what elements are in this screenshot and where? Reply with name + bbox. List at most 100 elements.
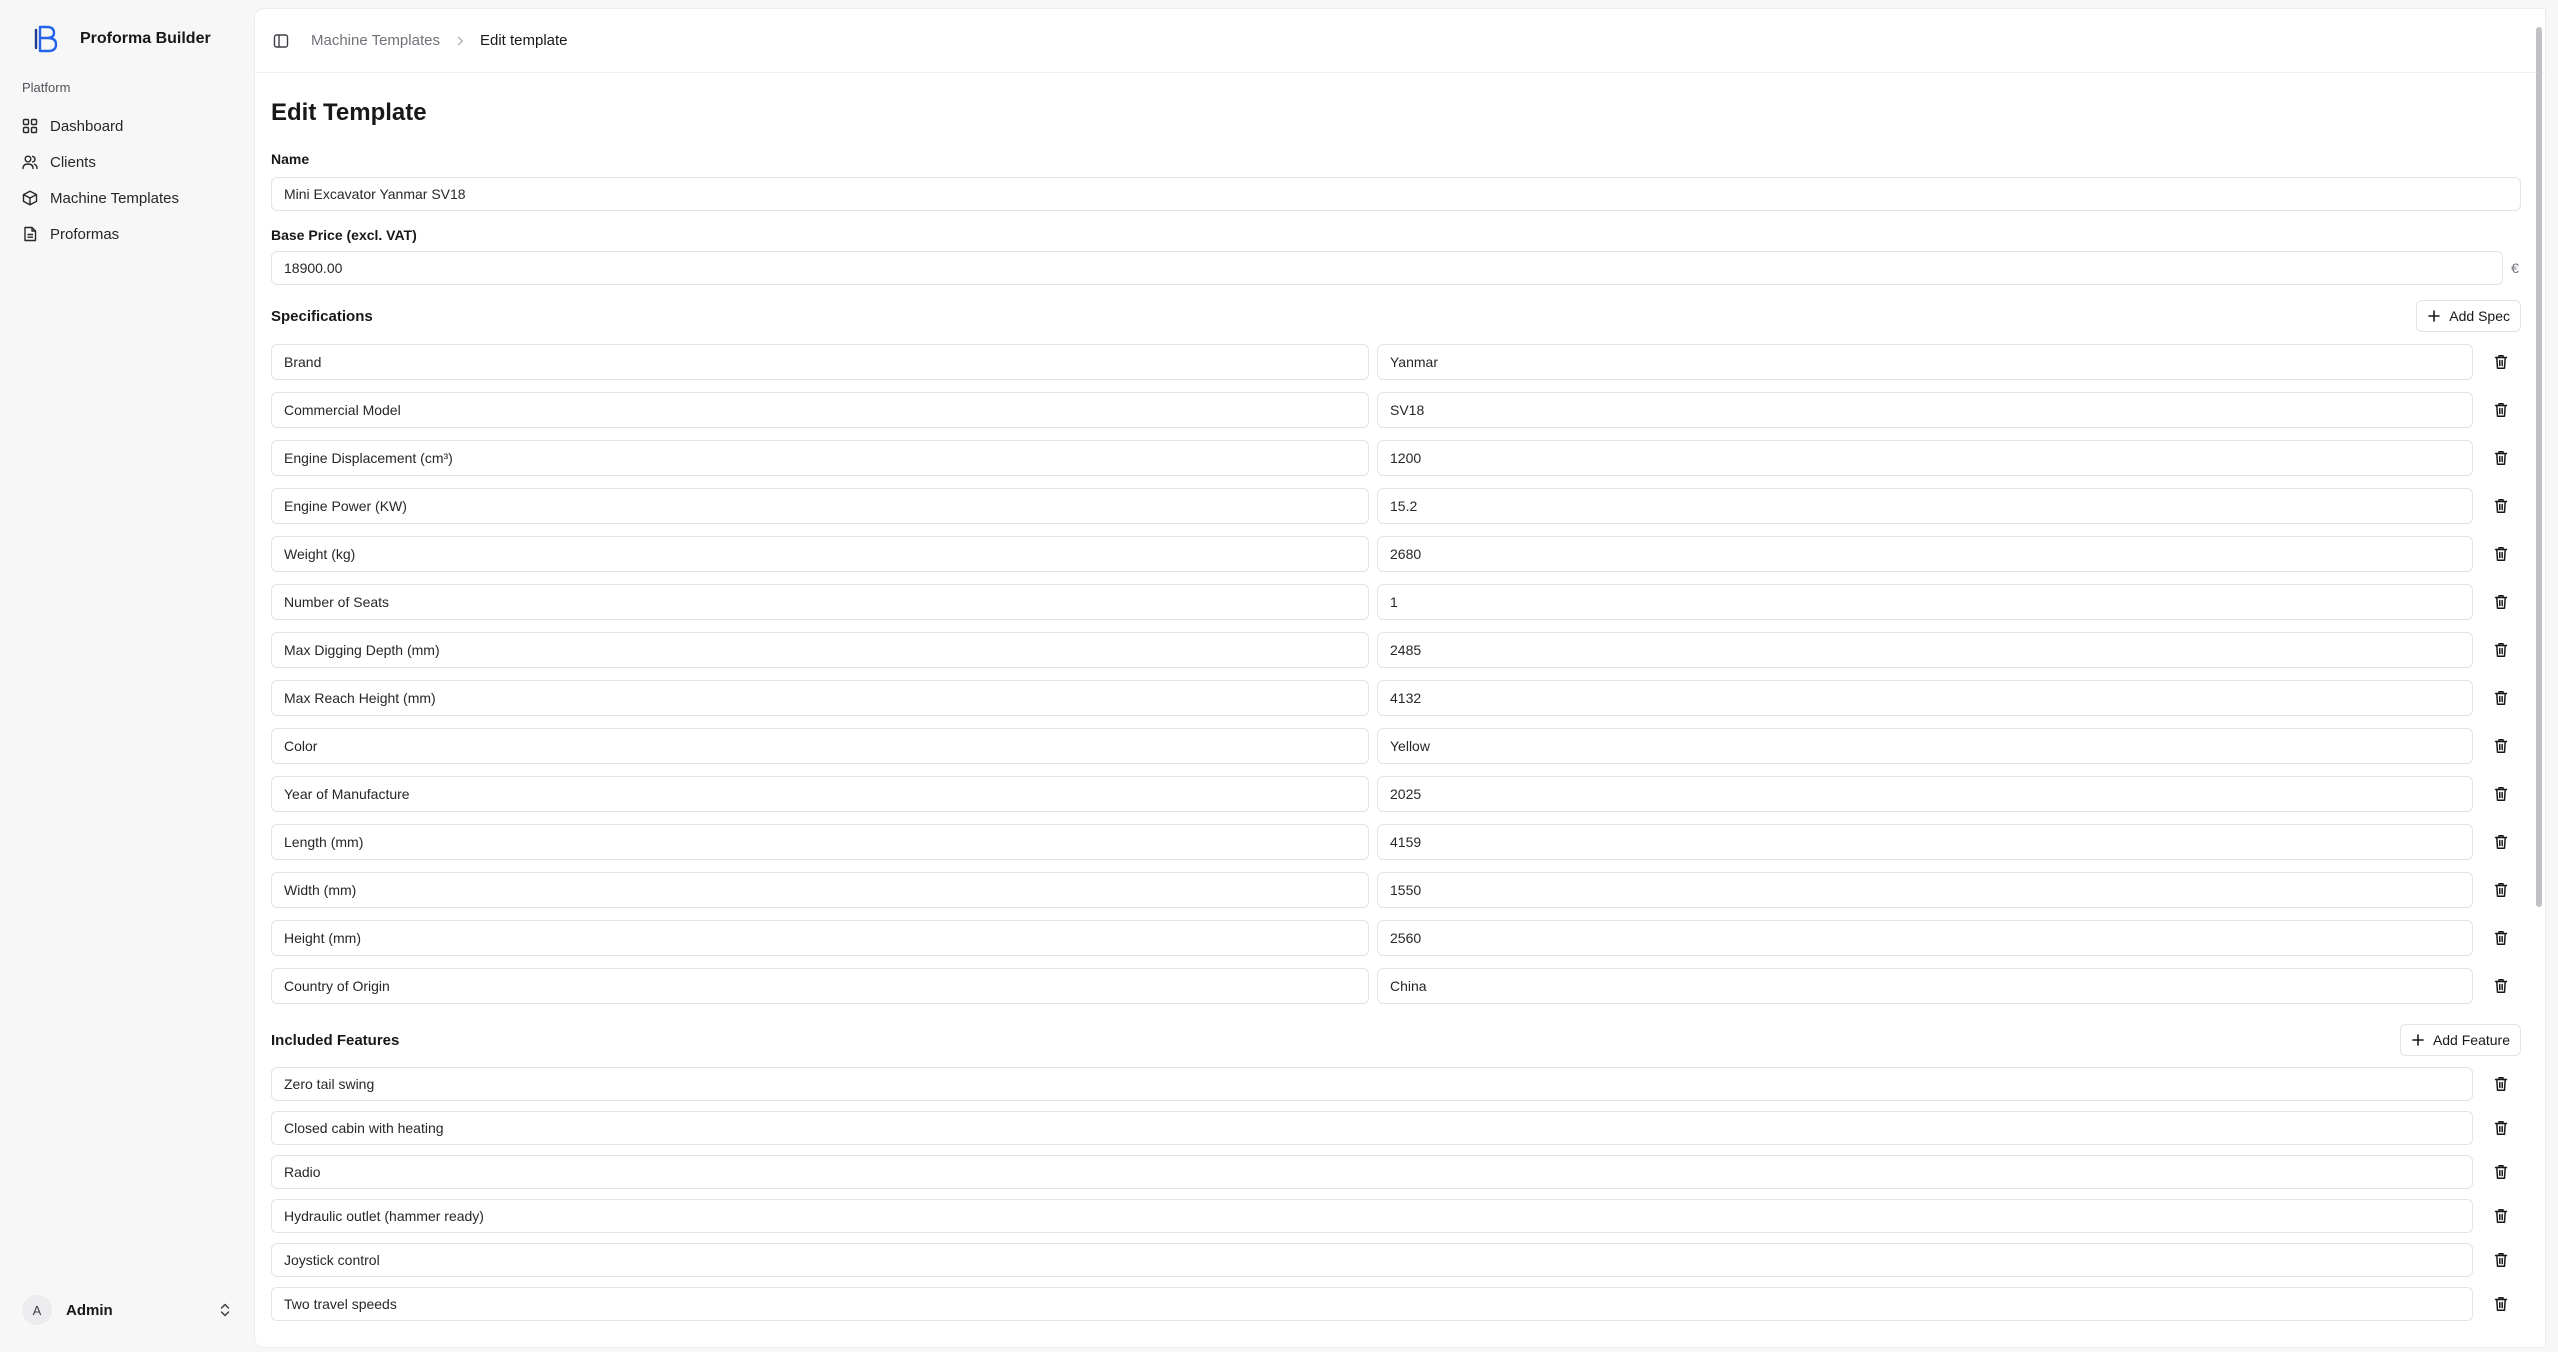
spec-key-input[interactable]: Length (mm) xyxy=(271,824,1369,860)
topbar: Machine Templates Edit template xyxy=(255,9,2545,73)
delete-spec-button[interactable] xyxy=(2481,786,2521,802)
add-spec-label: Add Spec xyxy=(2449,308,2510,324)
currency-symbol: € xyxy=(2511,260,2519,276)
sidebar-item-clients[interactable]: Clients xyxy=(22,144,242,180)
trash-icon xyxy=(2494,1121,2508,1135)
delete-feature-button[interactable] xyxy=(2481,1164,2521,1180)
spec-row: Country of Origin China xyxy=(271,967,2521,1005)
spec-key-input[interactable]: Country of Origin xyxy=(271,968,1369,1004)
trash-icon xyxy=(2494,931,2508,945)
spec-key-input[interactable]: Number of Seats xyxy=(271,584,1369,620)
delete-spec-button[interactable] xyxy=(2481,882,2521,898)
spec-value-input[interactable]: 4132 xyxy=(1377,680,2473,716)
brand[interactable]: Proforma Builder xyxy=(34,24,211,54)
features-header: Included Features Add Feature xyxy=(271,1023,2521,1057)
features-title: Included Features xyxy=(271,1031,400,1049)
delete-spec-button[interactable] xyxy=(2481,402,2521,418)
feature-input[interactable]: Joystick control xyxy=(271,1243,2473,1277)
spec-value-input[interactable]: China xyxy=(1377,968,2473,1004)
delete-spec-button[interactable] xyxy=(2481,498,2521,514)
trash-icon xyxy=(2494,883,2508,897)
trash-icon xyxy=(2494,547,2508,561)
sidebar-item-machine-templates[interactable]: Machine Templates xyxy=(22,180,242,216)
spec-key-input[interactable]: Height (mm) xyxy=(271,920,1369,956)
spec-row: Max Reach Height (mm) 4132 xyxy=(271,679,2521,717)
spec-value-input[interactable]: 1550 xyxy=(1377,872,2473,908)
spec-key-input[interactable]: Year of Manufacture xyxy=(271,776,1369,812)
spec-key-input[interactable]: Max Reach Height (mm) xyxy=(271,680,1369,716)
trash-icon xyxy=(2494,1077,2508,1091)
spec-key-input[interactable]: Engine Power (KW) xyxy=(271,488,1369,524)
delete-spec-button[interactable] xyxy=(2481,978,2521,994)
spec-value-input[interactable]: 2680 xyxy=(1377,536,2473,572)
box-icon xyxy=(22,190,38,206)
features-list: Zero tail swing Closed cabin with heating… xyxy=(271,1067,2521,1321)
spec-row: Max Digging Depth (mm) 2485 xyxy=(271,631,2521,669)
name-input[interactable]: Mini Excavator Yanmar SV18 xyxy=(271,177,2521,211)
spec-key-input[interactable]: Brand xyxy=(271,344,1369,380)
spec-value-input[interactable]: 1 xyxy=(1377,584,2473,620)
delete-feature-button[interactable] xyxy=(2481,1252,2521,1268)
spec-value-input[interactable]: SV18 xyxy=(1377,392,2473,428)
document-icon xyxy=(24,226,37,242)
spec-value-input[interactable]: 2485 xyxy=(1377,632,2473,668)
delete-feature-button[interactable] xyxy=(2481,1120,2521,1136)
trash-icon xyxy=(2494,499,2508,513)
feature-input[interactable]: Closed cabin with heating xyxy=(271,1111,2473,1145)
scrollbar-thumb[interactable] xyxy=(2536,27,2542,907)
delete-spec-button[interactable] xyxy=(2481,354,2521,370)
spec-value-input[interactable]: 15.2 xyxy=(1377,488,2473,524)
spec-key-input[interactable]: Commercial Model xyxy=(271,392,1369,428)
user-name: Admin xyxy=(66,1301,113,1319)
delete-spec-button[interactable] xyxy=(2481,690,2521,706)
spec-row: Brand Yanmar xyxy=(271,343,2521,381)
feature-input[interactable]: Two travel speeds xyxy=(271,1287,2473,1321)
spec-value-input[interactable]: 1200 xyxy=(1377,440,2473,476)
feature-row: Zero tail swing xyxy=(271,1067,2521,1101)
spec-value-input[interactable]: Yanmar xyxy=(1377,344,2473,380)
spec-key-input[interactable]: Color xyxy=(271,728,1369,764)
delete-feature-button[interactable] xyxy=(2481,1208,2521,1224)
add-spec-button[interactable]: Add Spec xyxy=(2416,300,2521,332)
trash-icon xyxy=(2494,355,2508,369)
spec-value-input[interactable]: 4159 xyxy=(1377,824,2473,860)
delete-spec-button[interactable] xyxy=(2481,594,2521,610)
feature-row: Two travel speeds xyxy=(271,1287,2521,1321)
trash-icon xyxy=(2494,1297,2508,1311)
feature-input[interactable]: Zero tail swing xyxy=(271,1067,2473,1101)
spec-row: Height (mm) 2560 xyxy=(271,919,2521,957)
sidebar-item-proformas[interactable]: Proformas xyxy=(22,216,242,252)
user-menu[interactable]: A Admin xyxy=(22,1295,232,1325)
sidebar-item-dashboard[interactable]: Dashboard xyxy=(22,108,242,144)
add-feature-button[interactable]: Add Feature xyxy=(2399,1024,2521,1056)
breadcrumb: Machine Templates Edit template xyxy=(311,32,568,49)
delete-spec-button[interactable] xyxy=(2481,834,2521,850)
base-price-input[interactable]: 18900.00 xyxy=(271,251,2504,285)
delete-feature-button[interactable] xyxy=(2481,1076,2521,1092)
edit-template-form: Edit Template Name Mini Excavator Yanmar… xyxy=(271,89,2521,1321)
scrollbar[interactable] xyxy=(2533,9,2545,1349)
spec-value-input[interactable]: Yellow xyxy=(1377,728,2473,764)
delete-spec-button[interactable] xyxy=(2481,642,2521,658)
spec-value-input[interactable]: 2560 xyxy=(1377,920,2473,956)
delete-spec-button[interactable] xyxy=(2481,546,2521,562)
trash-icon xyxy=(2494,403,2508,417)
feature-input[interactable]: Hydraulic outlet (hammer ready) xyxy=(271,1199,2473,1233)
sidebar-toggle-icon[interactable] xyxy=(273,33,289,49)
spec-row: Commercial Model SV18 xyxy=(271,391,2521,429)
feature-row: Closed cabin with heating xyxy=(271,1111,2521,1145)
spec-key-input[interactable]: Engine Displacement (cm³) xyxy=(271,440,1369,476)
sidebar-item-label: Dashboard xyxy=(50,117,124,135)
spec-key-input[interactable]: Width (mm) xyxy=(271,872,1369,908)
delete-spec-button[interactable] xyxy=(2481,450,2521,466)
base-price-label: Base Price (excl. VAT) xyxy=(271,227,417,243)
delete-spec-button[interactable] xyxy=(2481,738,2521,754)
plus-icon xyxy=(2412,1034,2424,1046)
spec-value-input[interactable]: 2025 xyxy=(1377,776,2473,812)
breadcrumb-parent[interactable]: Machine Templates xyxy=(311,32,440,49)
delete-spec-button[interactable] xyxy=(2481,930,2521,946)
spec-key-input[interactable]: Max Digging Depth (mm) xyxy=(271,632,1369,668)
spec-key-input[interactable]: Weight (kg) xyxy=(271,536,1369,572)
feature-input[interactable]: Radio xyxy=(271,1155,2473,1189)
delete-feature-button[interactable] xyxy=(2481,1296,2521,1312)
